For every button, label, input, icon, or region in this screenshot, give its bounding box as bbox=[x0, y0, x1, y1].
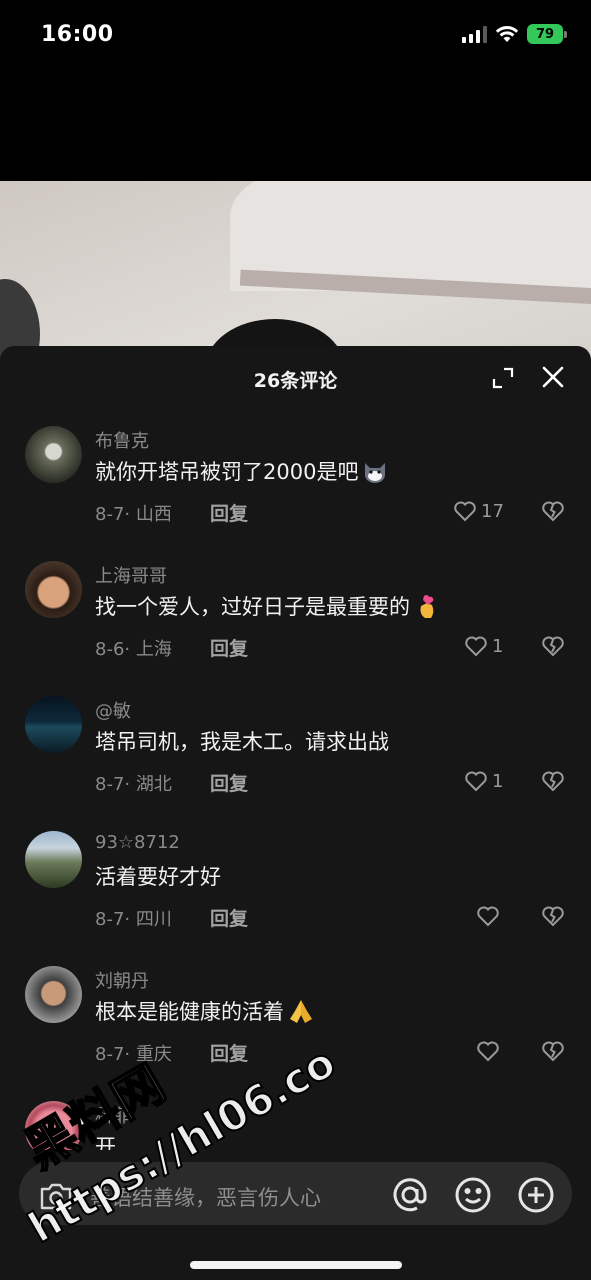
comment-meta: 8-7· 湖北 bbox=[95, 774, 172, 795]
comment-username[interactable]: 93☆8712 bbox=[95, 832, 180, 853]
praying-hands-emoji-icon bbox=[290, 1000, 312, 1023]
avatar[interactable] bbox=[25, 561, 82, 618]
comment-text: 活着要好才好 bbox=[95, 865, 221, 889]
like-button[interactable] bbox=[476, 904, 500, 928]
like-button[interactable]: 1 bbox=[464, 769, 503, 793]
like-button[interactable] bbox=[476, 1039, 500, 1063]
comment-meta: 8-6· 上海 bbox=[95, 639, 172, 660]
like-count: 1 bbox=[492, 635, 504, 657]
broken-heart-icon[interactable] bbox=[541, 770, 565, 792]
smiley-icon[interactable] bbox=[454, 1176, 492, 1214]
reply-button[interactable]: 回复 bbox=[210, 769, 248, 796]
cellular-signal-icon bbox=[462, 25, 487, 43]
finger-heart-emoji-icon bbox=[420, 595, 434, 618]
comment-item: @敏 塔吊司机，我是木工。请求出战 8-7· 湖北 回复 1 bbox=[0, 678, 591, 813]
broken-heart-icon[interactable] bbox=[541, 1040, 565, 1062]
comment-username[interactable]: 布鲁克 bbox=[95, 427, 149, 453]
at-icon[interactable] bbox=[391, 1176, 429, 1214]
heart-icon bbox=[465, 636, 487, 657]
comment-item: 上海哥哥 找一个爱人，过好日子是最重要的 8-6· 上海 回复 1 bbox=[0, 543, 591, 678]
plus-icon[interactable] bbox=[517, 1176, 555, 1214]
cat-emoji-icon bbox=[365, 463, 386, 483]
expand-icon[interactable] bbox=[492, 367, 514, 389]
heart-icon bbox=[465, 771, 487, 792]
status-time: 16:00 bbox=[41, 22, 114, 47]
comment-meta: 8-7· 四川 bbox=[95, 909, 172, 930]
broken-heart-icon[interactable] bbox=[541, 500, 565, 522]
battery-icon: 79 bbox=[527, 24, 567, 44]
broken-heart-icon[interactable] bbox=[541, 905, 565, 927]
home-indicator[interactable] bbox=[190, 1261, 402, 1269]
comment-text: 就你开塔吊被罚了2000是吧 bbox=[95, 456, 389, 486]
reply-button[interactable]: 回复 bbox=[210, 1039, 248, 1066]
heart-icon bbox=[477, 906, 499, 927]
reply-button[interactable]: 回复 bbox=[210, 904, 248, 931]
comment-item: 93☆8712 活着要好才好 8-7· 四川 回复 bbox=[0, 813, 591, 948]
comment-text: 找一个爱人，过好日子是最重要的 bbox=[95, 591, 441, 621]
avatar[interactable] bbox=[25, 831, 82, 888]
like-count: 17 bbox=[481, 500, 504, 522]
status-bar: 16:00 79 bbox=[0, 0, 591, 72]
comment-item: 布鲁克 就你开塔吊被罚了2000是吧 8-7· 山西 回复 17 bbox=[0, 408, 591, 543]
comment-username[interactable]: @敏 bbox=[95, 697, 131, 723]
like-count: 1 bbox=[492, 770, 504, 792]
comment-username[interactable]: 刘朝丹 bbox=[95, 967, 149, 993]
video-frame bbox=[0, 181, 591, 362]
close-icon[interactable] bbox=[541, 365, 565, 389]
wifi-icon bbox=[495, 26, 519, 42]
battery-level: 79 bbox=[527, 24, 563, 44]
heart-icon bbox=[477, 1041, 499, 1062]
avatar[interactable] bbox=[25, 696, 82, 753]
comment-meta: 8-7· 山西 bbox=[95, 504, 172, 525]
status-indicators: 79 bbox=[462, 24, 567, 44]
comment-text: 塔吊司机，我是木工。请求出战 bbox=[95, 730, 389, 754]
heart-icon bbox=[454, 501, 476, 522]
like-button[interactable]: 17 bbox=[453, 499, 504, 523]
comment-username[interactable]: 上海哥哥 bbox=[95, 562, 167, 588]
avatar[interactable] bbox=[25, 966, 82, 1023]
comment-sheet-header: 26条评论 bbox=[0, 346, 591, 408]
like-button[interactable]: 1 bbox=[464, 634, 503, 658]
reply-button[interactable]: 回复 bbox=[210, 634, 248, 661]
reply-button[interactable]: 回复 bbox=[210, 499, 248, 526]
comment-text: 根本是能健康的活着 bbox=[95, 996, 315, 1026]
video-player[interactable] bbox=[0, 72, 591, 362]
comment-list[interactable]: 布鲁克 就你开塔吊被罚了2000是吧 8-7· 山西 回复 17 上海哥哥 找一… bbox=[0, 408, 591, 1150]
broken-heart-icon[interactable] bbox=[541, 635, 565, 657]
avatar[interactable] bbox=[25, 426, 82, 483]
